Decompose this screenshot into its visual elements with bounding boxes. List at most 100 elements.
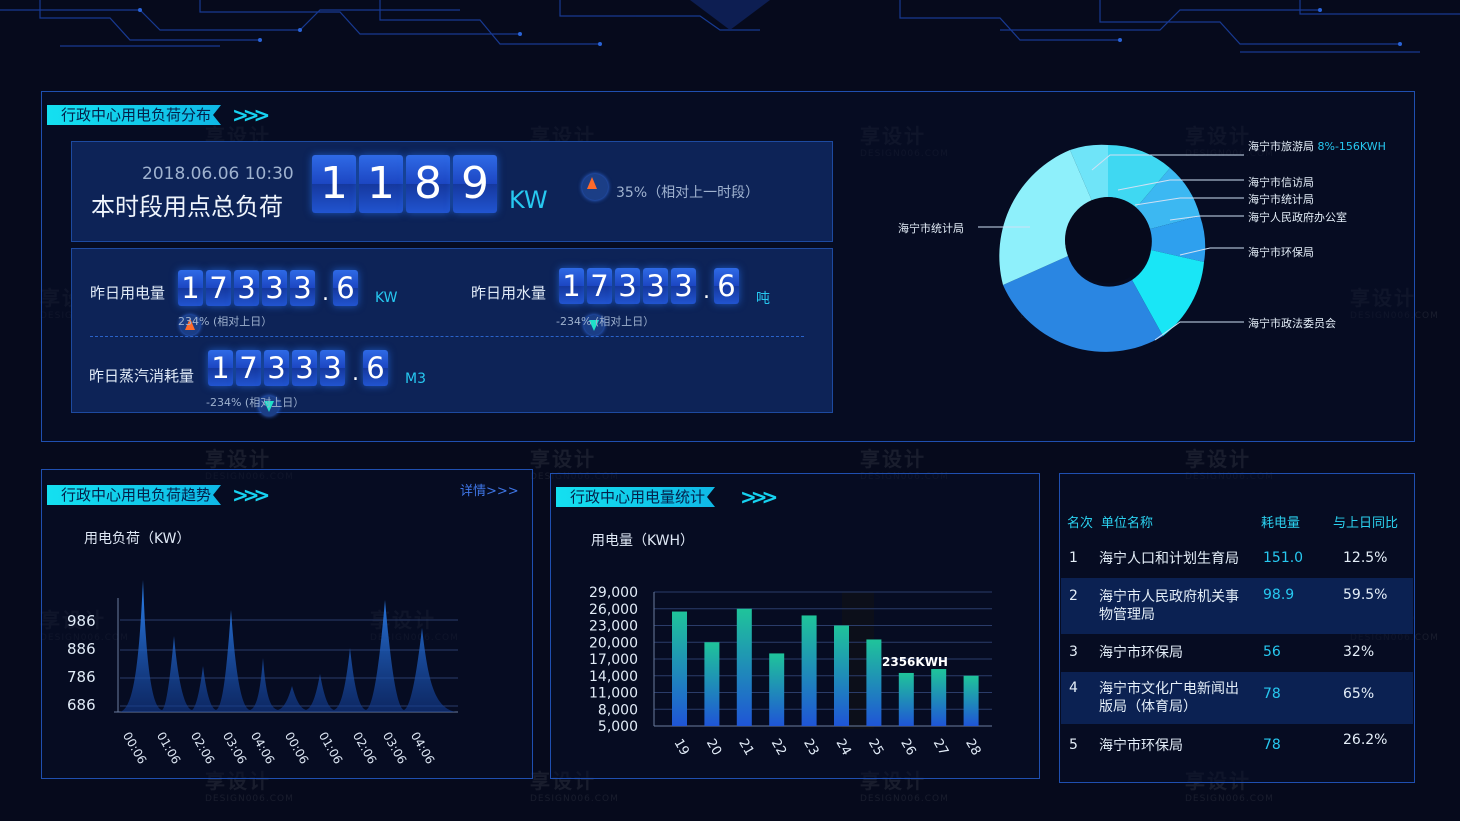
usage-header: 耗电量	[1261, 516, 1301, 531]
counter-digit: 1	[559, 268, 584, 304]
name-header: 单位名称	[1101, 516, 1154, 531]
name-cell: 海宁市环保局	[1099, 738, 1183, 754]
ratio-cell: 65%	[1343, 686, 1375, 702]
name-cell: 海宁人口和计划生育局	[1099, 551, 1239, 567]
y-tick: 26,000	[589, 602, 638, 618]
load-distribution-title: 行政中心用电负荷分布	[47, 105, 221, 125]
ratio-header: 与上日同比	[1333, 516, 1399, 531]
table-row[interactable]: 1 海宁人口和计划生育局 151.0 12.5%	[1061, 538, 1413, 578]
y-tick: 786	[67, 668, 96, 686]
bar-26	[898, 672, 914, 726]
y-tick: 14,000	[589, 669, 638, 685]
bar-25	[866, 639, 882, 726]
trend-area	[120, 580, 456, 712]
pie-label: 海宁人民政府办公室	[1248, 211, 1347, 224]
x-tick: 22	[768, 737, 789, 759]
load-datetime: 2018.06.06 10:30	[142, 164, 294, 184]
counter-digit: 3	[320, 350, 345, 386]
load-unit: KW	[509, 186, 548, 214]
x-tick: 23	[800, 737, 821, 759]
y-tick: 686	[67, 696, 96, 714]
x-tick: 21	[735, 737, 756, 759]
bar-28	[963, 675, 979, 726]
usage-cell: 151.0	[1263, 550, 1304, 566]
x-tick: 24	[833, 737, 854, 759]
counter-digit: 8	[406, 155, 450, 213]
counter-digit: 6	[714, 268, 739, 304]
water-counter: 1 7 3 3 3 . 6	[559, 268, 742, 304]
ratio-cell: 59.5%	[1343, 587, 1388, 603]
details-link[interactable]: 详情>>>	[460, 480, 519, 499]
pie-label-left: 海宁市统计局	[898, 222, 964, 235]
table-row[interactable]: 3 海宁市环保局 56 32%	[1061, 634, 1413, 670]
table-row[interactable]: 5 海宁市环保局 78 26.2%	[1061, 728, 1413, 762]
counter-digit: 3	[615, 268, 640, 304]
usage-bar-chart: 29,00026,00023,00020,00017,00014,00011,0…	[589, 585, 992, 759]
y-tick: 11,000	[589, 686, 638, 702]
load-donut-chart	[978, 144, 1244, 352]
load-trend-title: 行政中心用电负荷趋势	[47, 485, 221, 505]
pie-label: 海宁市统计局	[1248, 193, 1314, 206]
counter-digit: 3	[292, 350, 317, 386]
counter-digit: 3	[234, 270, 259, 306]
pie-label: 海宁市环保局	[1248, 246, 1314, 259]
y-tick: 17,000	[589, 652, 638, 668]
bar-24	[834, 625, 849, 726]
steam-unit: M3	[405, 371, 426, 387]
name-cell: 海宁市文化广电新闻出版局（体育局）	[1099, 681, 1239, 715]
usage-cell: 56	[1263, 644, 1281, 660]
y-tick: 886	[67, 640, 96, 658]
counter-digit: 3	[262, 270, 287, 306]
y-tick: 8,000	[598, 702, 638, 718]
x-tick: 25	[865, 737, 886, 759]
x-tick: 28	[962, 737, 983, 759]
rank-cell: 2	[1069, 588, 1078, 604]
counter-digit: 1	[178, 270, 203, 306]
bar-22	[769, 653, 785, 726]
load-change: 35%（相对上一时段）	[616, 185, 760, 201]
table-row[interactable]: 4 海宁市文化广电新闻出版局（体育局） 78 65%	[1061, 672, 1413, 724]
decimal-point: .	[703, 279, 710, 304]
rank-cell: 5	[1069, 737, 1078, 753]
name-cell: 海宁市人民政府机关事物管理局	[1099, 589, 1239, 623]
ratio-cell: 12.5%	[1343, 550, 1388, 566]
trend-x-axis-labels: 00:06 01:06 02:06 03:06 04:06 00:06 01:0…	[120, 716, 466, 767]
counter-digit: 3	[290, 270, 315, 306]
decimal-point: .	[322, 281, 329, 306]
rank-header: 名次	[1067, 516, 1094, 531]
usage-stats-title: 行政中心用电量统计	[556, 487, 715, 507]
steam-counter: 1 7 3 3 3 . 6	[208, 350, 391, 386]
pie-label: 海宁市政法委员会	[1248, 317, 1336, 330]
y-tick: 20,000	[589, 635, 638, 651]
water-label: 昨日用水量	[471, 284, 547, 302]
y-tick: 23,000	[589, 619, 638, 635]
pie-label: 海宁市旅游局 8%-156KWH	[1248, 140, 1386, 153]
counter-digit: 3	[671, 268, 696, 304]
trend-up-icon	[582, 174, 608, 200]
table-row[interactable]: 2 海宁市人民政府机关事物管理局 98.9 59.5%	[1061, 578, 1413, 634]
counter-digit: 1	[359, 155, 403, 213]
steam-label: 昨日蒸汽消耗量	[89, 367, 195, 385]
y-tick: 29,000	[589, 585, 638, 601]
bar-annotation: 2356KWH	[882, 655, 948, 669]
usage-cell: 78	[1263, 737, 1281, 753]
water-change: -234% (相对上日）	[556, 315, 655, 328]
usage-cell: 78	[1263, 686, 1281, 702]
bar-unit-label: 用电量（KWH）	[591, 533, 695, 549]
ranking-table: 名次 单位名称 耗电量 与上日同比 1 海宁人口和计划生育局 151.0 12.…	[1061, 500, 1413, 780]
y-tick: 5,000	[598, 719, 638, 735]
x-tick: 26	[897, 737, 918, 759]
counter-digit: 7	[206, 270, 231, 306]
y-tick: 986	[67, 612, 96, 630]
bar-23	[801, 615, 817, 726]
ratio-cell: 26.2%	[1343, 732, 1388, 748]
x-tick: 19	[671, 737, 692, 759]
counter-digit: 9	[453, 155, 497, 213]
counter-digit: 1	[208, 350, 233, 386]
pie-label: 海宁市信访局	[1248, 176, 1314, 189]
decimal-point: .	[352, 361, 359, 386]
counter-digit: 6	[333, 270, 358, 306]
bar-27	[931, 669, 947, 726]
chevron-right-icon: >>>	[740, 485, 778, 509]
counter-digit: 7	[236, 350, 261, 386]
